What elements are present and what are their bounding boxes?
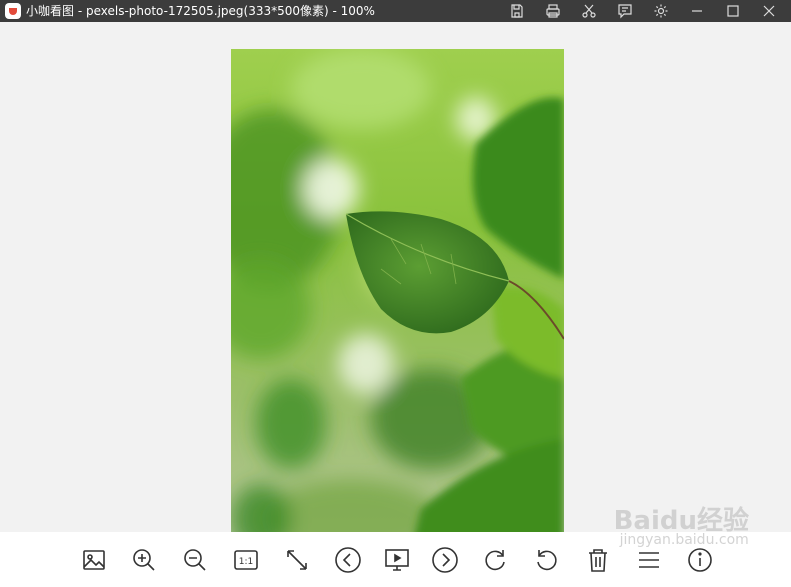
info-icon[interactable] bbox=[683, 543, 717, 577]
previous-icon[interactable] bbox=[331, 543, 365, 577]
save-as-icon[interactable] bbox=[499, 0, 535, 22]
window-controls bbox=[499, 0, 787, 22]
app-logo-icon bbox=[5, 3, 21, 19]
feedback-icon[interactable] bbox=[607, 0, 643, 22]
print-icon[interactable] bbox=[535, 0, 571, 22]
watermark-subtext: jingyan.baidu.com bbox=[619, 532, 749, 548]
delete-icon[interactable] bbox=[581, 543, 615, 577]
maximize-icon[interactable] bbox=[715, 0, 751, 22]
menu-icon[interactable] bbox=[632, 543, 666, 577]
actual-size-icon[interactable]: 1:1 bbox=[229, 543, 263, 577]
settings-icon[interactable] bbox=[643, 0, 679, 22]
rotate-right-icon[interactable] bbox=[478, 543, 512, 577]
rotate-left-icon[interactable] bbox=[530, 543, 564, 577]
slideshow-icon[interactable] bbox=[380, 543, 414, 577]
minimize-icon[interactable] bbox=[679, 0, 715, 22]
close-icon[interactable] bbox=[751, 0, 787, 22]
zoom-out-icon[interactable] bbox=[178, 543, 212, 577]
window-title: 小咖看图 - pexels-photo-172505.jpeg(333*500像… bbox=[26, 4, 375, 18]
displayed-photo[interactable] bbox=[231, 49, 564, 549]
zoom-in-icon[interactable] bbox=[127, 543, 161, 577]
baidu-watermark: Baidu经验 jingyan.baidu.com bbox=[614, 500, 749, 548]
fit-window-icon[interactable] bbox=[280, 543, 314, 577]
gallery-icon[interactable] bbox=[77, 543, 111, 577]
actual-size-label: 1:1 bbox=[239, 557, 253, 567]
cut-icon[interactable] bbox=[571, 0, 607, 22]
title-bar: 小咖看图 - pexels-photo-172505.jpeg(333*500像… bbox=[0, 0, 791, 22]
next-icon[interactable] bbox=[428, 543, 462, 577]
image-viewport bbox=[0, 22, 791, 549]
